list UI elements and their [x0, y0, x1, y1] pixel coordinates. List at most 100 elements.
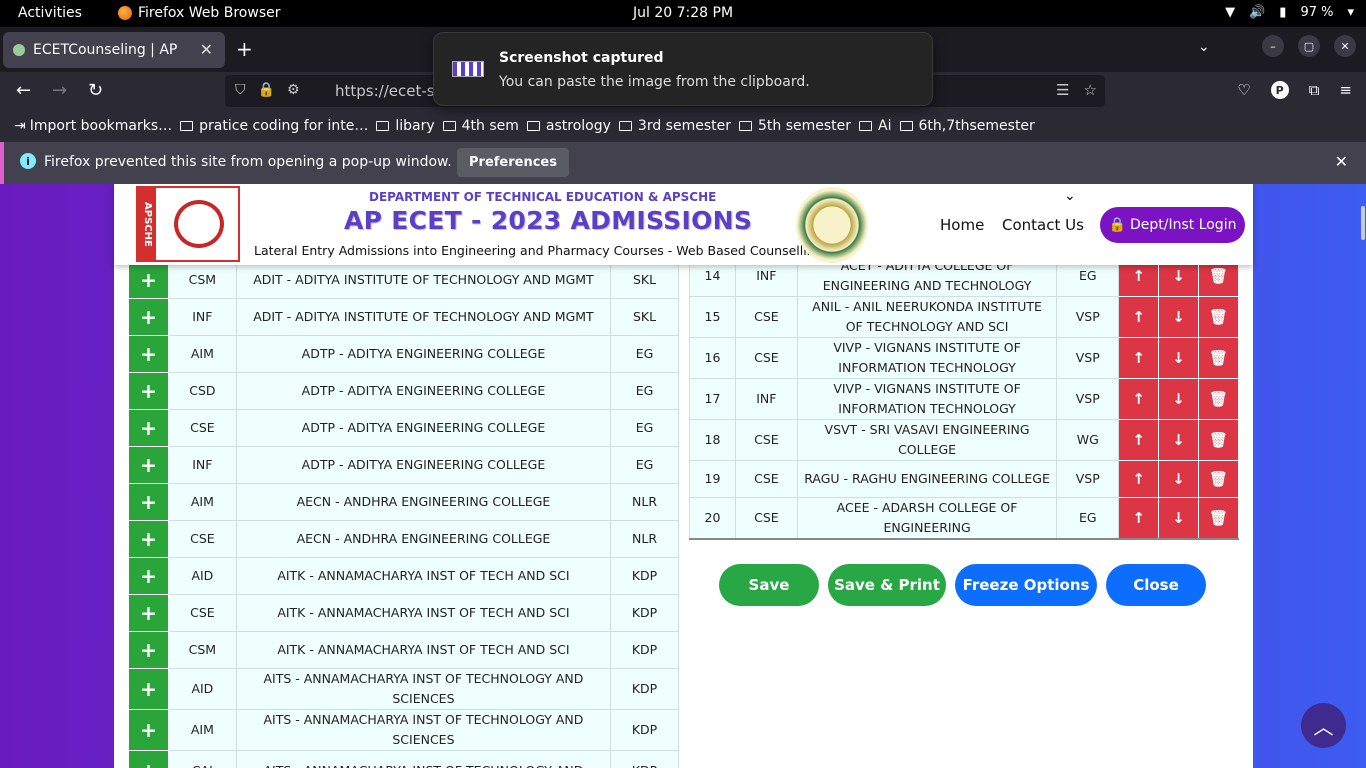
move-up-button[interactable]: ↑	[1118, 296, 1160, 338]
move-up-button[interactable]: ↑	[1118, 460, 1160, 498]
bookmark-folder[interactable]: astrology	[526, 118, 611, 134]
folder-icon	[899, 121, 913, 131]
add-option-button[interactable]: +	[128, 372, 169, 410]
shield-icon[interactable]: ⛉	[235, 82, 246, 98]
close-notification-icon[interactable]: ✕	[1335, 152, 1348, 171]
delete-option-button[interactable]: 🗑	[1198, 497, 1239, 540]
move-up-button[interactable]: ↑	[1118, 378, 1160, 420]
delete-option-button[interactable]: 🗑	[1198, 296, 1239, 338]
selected-option-row: 17 INF VIVP - VIGNANS INSTITUTE OF INFORMA…	[689, 378, 1239, 420]
add-option-button[interactable]: +	[128, 446, 169, 484]
branch-cell: AIM	[167, 709, 237, 751]
menu-icon[interactable]: ≡	[1339, 81, 1352, 99]
list-all-tabs-icon[interactable]: ⌄	[1198, 39, 1210, 55]
district-cell: EG	[1056, 497, 1120, 540]
nav-home-link[interactable]: Home	[940, 216, 984, 234]
delete-option-button[interactable]: 🗑	[1198, 419, 1239, 461]
url-text[interactable]: https://ecet-sc	[335, 82, 443, 100]
bookmark-folder[interactable]: Ai	[859, 118, 892, 134]
tab-title: ECETCounseling | AP	[33, 42, 178, 58]
add-option-button[interactable]: +	[128, 409, 169, 447]
bookmark-folder[interactable]: 5th semester	[739, 118, 851, 134]
preferences-button[interactable]: Preferences	[457, 148, 569, 177]
lock-icon[interactable]: 🔒	[258, 82, 275, 98]
bookmark-import[interactable]: ⇥ Import bookmarks…	[14, 118, 172, 134]
screenshot-toast[interactable]: Screenshot captured You can paste the im…	[433, 32, 933, 106]
page-scrollbar[interactable]	[1361, 206, 1365, 240]
add-option-button[interactable]: +	[128, 594, 169, 632]
move-up-button[interactable]: ↑	[1118, 419, 1160, 461]
add-option-button[interactable]: +	[128, 520, 169, 558]
permissions-icon[interactable]: ⚙	[287, 82, 300, 98]
delete-option-button[interactable]: 🗑	[1198, 337, 1239, 379]
nav-contact-link[interactable]: Contact Us	[1002, 216, 1084, 234]
district-cell: EG	[610, 372, 679, 410]
college-cell: ANIL - ANIL NEERUKONDA INSTITUTE OF TECH…	[796, 296, 1058, 338]
tab-ecet-counseling[interactable]: ECETCounseling | AP ✕	[3, 32, 225, 68]
add-option-button[interactable]: +	[128, 709, 169, 751]
profile-avatar-icon[interactable]: P	[1270, 81, 1289, 99]
district-cell: NLR	[610, 520, 679, 558]
dept-login-button[interactable]: 🔒 Dept/Inst Login	[1100, 207, 1245, 243]
save-print-button[interactable]: Save & Print	[828, 564, 946, 606]
move-down-button[interactable]: ↓	[1158, 337, 1200, 379]
arrow-down-icon: ↓	[1172, 267, 1185, 285]
selected-option-row: 20 CSE ACEE - ADARSH COLLEGE OF ENGINEERIN…	[689, 497, 1239, 540]
trash-icon: 🗑	[1208, 509, 1229, 527]
activities-button[interactable]: Activities	[18, 5, 82, 21]
move-up-button[interactable]: ↑	[1118, 497, 1160, 540]
delete-option-button[interactable]: 🗑	[1198, 460, 1239, 498]
move-down-button[interactable]: ↓	[1158, 378, 1200, 420]
clock[interactable]: Jul 20 7:28 PM	[633, 5, 733, 21]
add-option-button[interactable]: +	[128, 557, 169, 595]
extensions-icon[interactable]: ⧉	[1309, 81, 1320, 99]
bookmark-folder[interactable]: 4th sem	[442, 118, 519, 134]
add-option-button[interactable]: +	[128, 335, 169, 373]
system-tray[interactable]: ▼ 🔊 ▮ 97 % ▾	[1225, 5, 1354, 20]
add-option-button[interactable]: +	[128, 261, 169, 299]
move-up-button[interactable]: ↑	[1118, 337, 1160, 379]
add-option-button[interactable]: +	[128, 298, 169, 336]
maximize-icon[interactable]: ▢	[1298, 35, 1320, 57]
add-option-button[interactable]: +	[128, 668, 169, 710]
serial-cell: 20	[689, 497, 736, 540]
close-window-icon[interactable]: ✕	[1334, 35, 1356, 57]
bookmark-label: 4th sem	[461, 118, 519, 134]
bookmark-folder[interactable]: pratice coding for inte…	[180, 118, 368, 134]
arrow-down-icon: ↓	[1172, 349, 1185, 367]
app-menu[interactable]: Firefox Web Browser	[118, 5, 281, 21]
move-down-button[interactable]: ↓	[1158, 296, 1200, 338]
scroll-to-top-button[interactable]: ︿	[1301, 703, 1346, 748]
arrow-down-icon: ↓	[1172, 390, 1185, 408]
close-button[interactable]: Close	[1106, 564, 1206, 606]
add-option-button[interactable]: +	[128, 750, 169, 768]
freeze-options-button[interactable]: Freeze Options	[955, 564, 1097, 606]
new-tab-button[interactable]: +	[236, 37, 253, 61]
plus-icon: +	[140, 564, 157, 588]
reload-icon[interactable]: ↻	[88, 80, 103, 101]
forward-icon[interactable]: →	[52, 80, 67, 101]
college-cell: ADIT - ADITYA INSTITUTE OF TECHNOLOGY AN…	[235, 261, 612, 299]
chevron-down-icon[interactable]: ⌄	[1064, 188, 1076, 204]
add-option-button[interactable]: +	[128, 631, 169, 669]
minimize-icon[interactable]: –	[1262, 35, 1284, 57]
reader-view-icon[interactable]: ☰	[1056, 81, 1069, 99]
bookmark-star-icon[interactable]: ☆	[1084, 81, 1097, 99]
trash-icon: 🗑	[1208, 431, 1229, 449]
add-option-button[interactable]: +	[128, 483, 169, 521]
pocket-icon[interactable]: ♡	[1237, 81, 1250, 99]
arrow-up-icon: ↑	[1132, 509, 1145, 527]
move-down-button[interactable]: ↓	[1158, 460, 1200, 498]
move-down-button[interactable]: ↓	[1158, 497, 1200, 540]
bookmark-folder[interactable]: 6th,7thsemester	[899, 118, 1035, 134]
move-down-button[interactable]: ↓	[1158, 419, 1200, 461]
bookmark-folder[interactable]: libary	[376, 118, 435, 134]
bookmark-folder[interactable]: 3rd semester	[618, 118, 731, 134]
delete-option-button[interactable]: 🗑	[1198, 378, 1239, 420]
close-tab-icon[interactable]: ✕	[200, 40, 213, 59]
trash-icon: 🗑	[1208, 308, 1229, 326]
back-icon[interactable]: ←	[16, 80, 31, 101]
save-button[interactable]: Save	[719, 564, 819, 606]
plus-icon: +	[140, 638, 157, 662]
plus-icon: +	[140, 490, 157, 514]
